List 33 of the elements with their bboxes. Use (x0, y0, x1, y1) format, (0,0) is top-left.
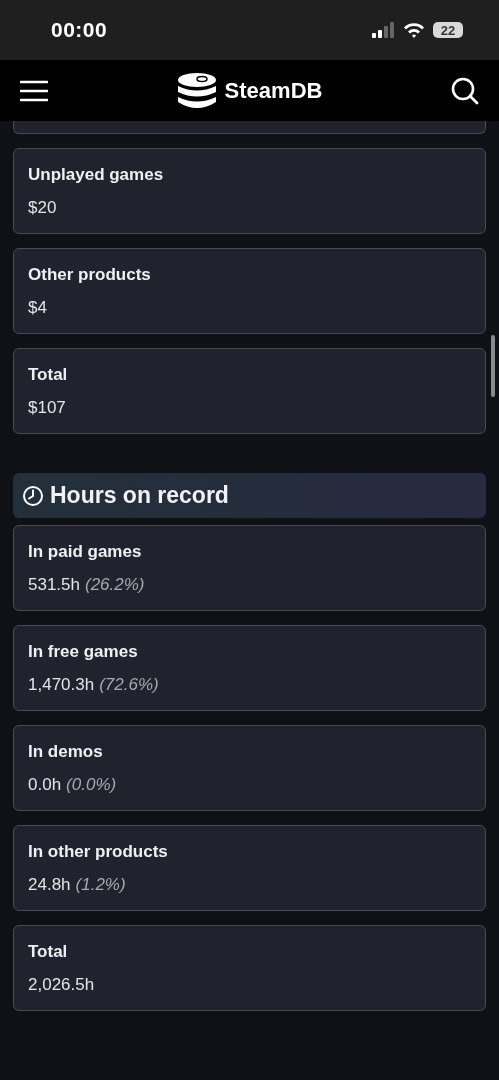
stat-percent: (0.0%) (66, 774, 117, 795)
battery-indicator: 22 (433, 22, 463, 38)
search-button[interactable] (451, 76, 479, 105)
stat-value: 2,026.5h (28, 974, 95, 995)
stat-label: Total (28, 364, 69, 385)
stat-value: $4 (28, 297, 47, 318)
stat-percent: (72.6%) (99, 674, 159, 695)
stat-value: 0.0h (28, 774, 62, 795)
stat-label: In free games (28, 641, 139, 662)
stat-label: In demos (28, 741, 104, 762)
stat-value: 24.8h (28, 874, 71, 895)
search-icon (451, 76, 479, 105)
stat-label: In other products (28, 841, 169, 862)
stat-label: Total (28, 941, 69, 962)
site-title: SteamDB (224, 77, 323, 104)
logo-icon (176, 71, 217, 110)
status-time: 00:00 (51, 18, 108, 42)
stat-value: 531.5h (28, 574, 80, 595)
signal-icon (371, 22, 395, 38)
wifi-icon (403, 22, 425, 38)
stat-value: $107 (28, 397, 66, 418)
clock-icon (22, 484, 44, 507)
stat-label: In paid games (28, 541, 143, 562)
stat-value: 1,470.3h (28, 674, 95, 695)
menu-icon (20, 79, 48, 102)
section-title: Hours on record (50, 482, 229, 509)
scrollbar[interactable] (491, 335, 495, 397)
menu-button[interactable] (20, 79, 48, 102)
stat-label: Other products (28, 264, 152, 285)
stat-label: Unplayed games (28, 164, 165, 185)
stat-percent: (1.2%) (75, 874, 126, 895)
stat-value: $20 (28, 197, 57, 218)
stat-percent: (26.2%) (85, 574, 145, 595)
